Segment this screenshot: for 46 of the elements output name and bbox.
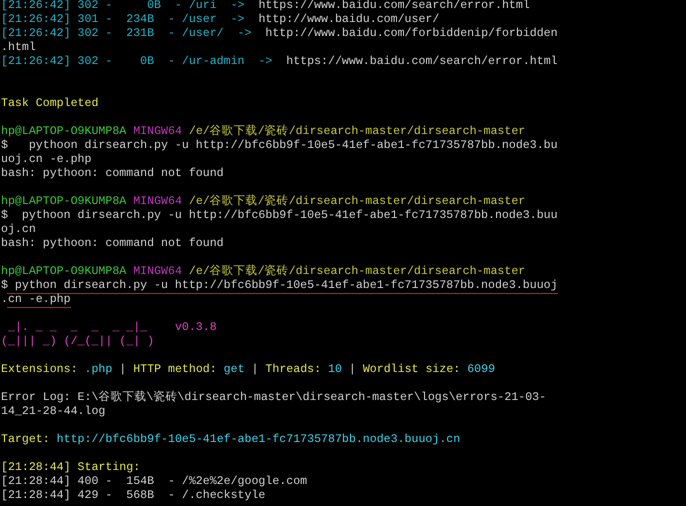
terminal-text: 6099: [467, 364, 496, 376]
terminal-text: /e/谷歌下载/瓷砖/dirsearch-master/dirsearch-master: [188, 126, 526, 138]
terminal-text: .cn -e.php: [1, 294, 71, 306]
terminal-text: (_||| _) (/_(_|| (_| ): [1, 336, 154, 348]
terminal-text: hp@LAPTOP-O9KUMP8A: [1, 196, 128, 208]
terminal-text: get: [224, 364, 245, 376]
terminal-text: Error Log: E:\谷歌下载\瓷砖\dirsearch-master\dirsearch-master\logs\errors-21-03-: [1, 392, 546, 404]
terminal-text: bash: pythoon: command not found: [1, 168, 224, 180]
terminal-text: hp@LAPTOP-O9KUMP8A: [1, 126, 128, 138]
terminal-text: oj.cn: [1, 224, 36, 236]
terminal-text: $ python dirsearch.py -u http://bfc6bb9f-10e5-41ef-abe1-fc71735787bb.node3.buuoj: [1, 280, 558, 292]
terminal-text: https://www.baidu.com/search/error.html: [286, 56, 558, 68]
terminal-text: /e/谷歌下载/瓷砖/dirsearch-master/dirsearch-master: [188, 196, 526, 208]
terminal-text: HTTP method:: [133, 364, 218, 376]
terminal-text: $ pythoon dirsearch.py -u http://bfc6bb9f-10e5-41ef-abe1-fc71735787bb.node3.bu: [1, 140, 558, 152]
terminal-text: http://bfc6bb9f-10e5-41ef-abe1-fc71735787bb.node3.buuoj.cn: [56, 434, 460, 446]
terminal-text: |: [250, 364, 260, 376]
terminal-text: http://www.baidu.com/user/: [258, 14, 440, 26]
terminal-text: [21:28:44] 400 - 154B - /%2e%2e/google.com: [1, 476, 308, 488]
terminal-text: [21:28:44] Starting:: [1, 462, 140, 474]
terminal-text: Wordlist size:: [362, 364, 462, 376]
terminal-text: |: [118, 364, 128, 376]
terminal-text: 14_21-28-44.log: [1, 406, 106, 418]
terminal-text: http://www.baidu.com/forbiddenip/forbidden: [265, 28, 558, 40]
terminal-text: .php: [84, 364, 112, 376]
terminal-text: [21:26:42] 302 - 231B - /user/ ->: [1, 28, 252, 40]
terminal-text: MINGW64: [133, 266, 183, 278]
terminal-text: 10: [328, 364, 342, 376]
terminal-text: uoj.cn -e.php: [1, 154, 92, 166]
terminal-text: Extensions:: [1, 364, 79, 376]
terminal-text: |: [348, 364, 357, 376]
terminal-text: [21:26:42] 301 - 234B - /user ->: [1, 14, 246, 26]
terminal-text: v0.3.8: [174, 322, 217, 334]
terminal-text: /e/谷歌下载/瓷砖/dirsearch-master/dirsearch-master: [188, 266, 526, 278]
terminal-text: Threads:: [265, 364, 322, 376]
terminal-text: bash: pythoon: command not found: [1, 238, 224, 250]
terminal-text: $ pythoon dirsearch.py -u http://bfc6bb9f-10e5-41ef-abe1-fc71735787bb.node3.buu: [1, 210, 558, 222]
terminal-text: .html: [1, 42, 36, 54]
terminal-text: [21:26:42] 302 - 0B - /ur-admin ->: [1, 56, 274, 68]
terminal-text: Task Completed: [1, 98, 98, 110]
terminal-text: MINGW64: [133, 126, 183, 138]
terminal-text: hp@LAPTOP-O9KUMP8A: [1, 266, 128, 278]
terminal-text: MINGW64: [133, 196, 183, 208]
terminal-text: [21:28:44] 429 - 568B - /.checkstyle: [1, 490, 266, 502]
terminal-text: Target:: [1, 434, 51, 446]
terminal-text: _|. _ _ _ _ _ _|_: [6, 322, 148, 334]
